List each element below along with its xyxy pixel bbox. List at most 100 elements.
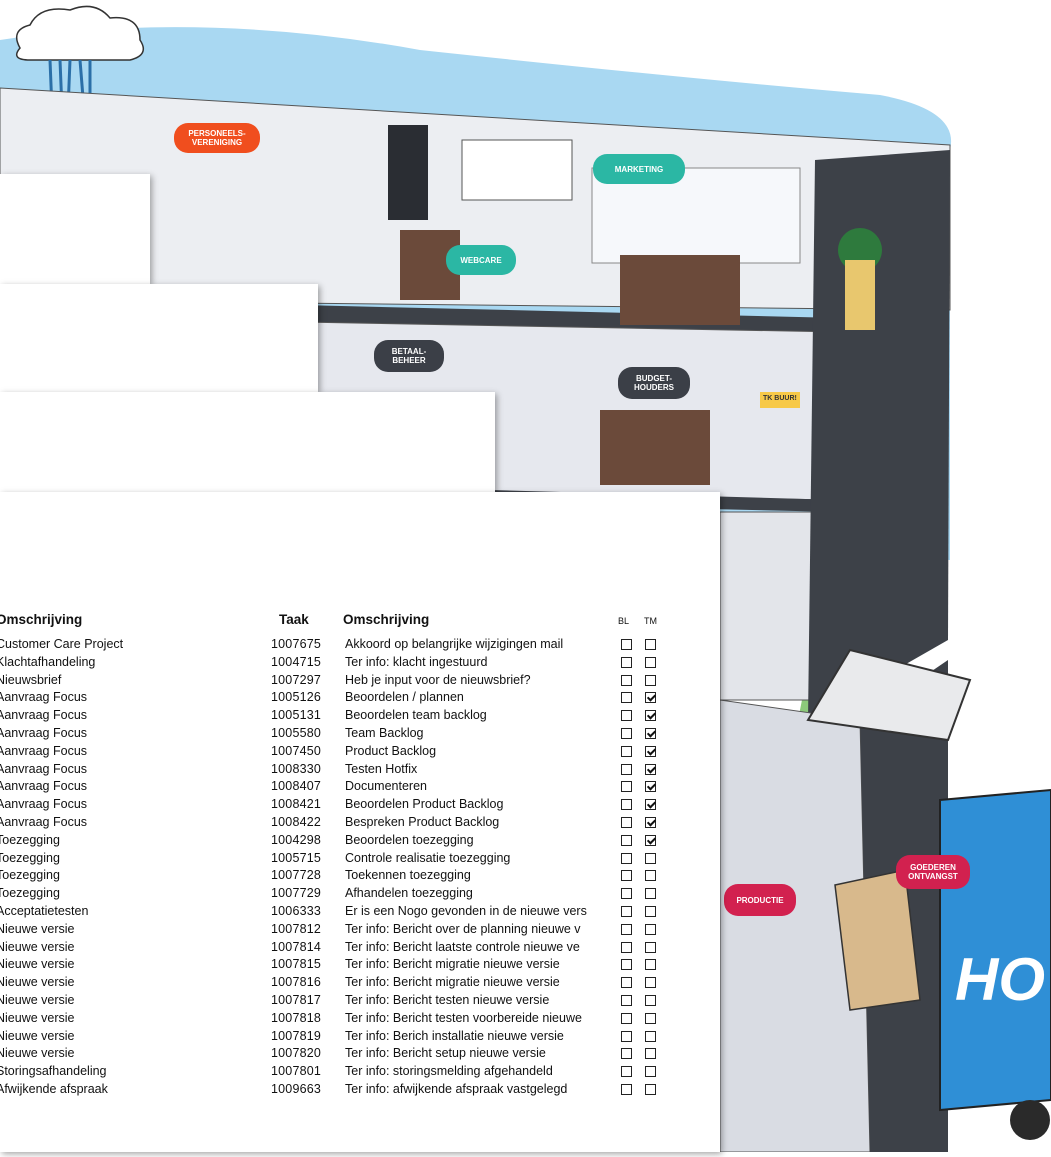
checkbox-tm[interactable] — [645, 852, 656, 864]
cell-taak: 1007729 — [271, 886, 322, 901]
checkbox-tm[interactable] — [645, 923, 656, 935]
checkbox-bl[interactable] — [621, 781, 632, 793]
label-betaalbeheer: BETAAL- BEHEER — [374, 340, 444, 372]
plant-pot — [845, 260, 875, 330]
checkbox-tm[interactable] — [645, 692, 656, 704]
checkbox-bl[interactable] — [621, 639, 632, 650]
checkbox-bl[interactable] — [621, 906, 632, 917]
checkbox-bl[interactable] — [621, 656, 632, 668]
checkbox-bl[interactable] — [621, 674, 632, 686]
checkbox-tm[interactable] — [645, 906, 656, 917]
checkbox-bl[interactable] — [621, 870, 632, 882]
cell-taak: 1007801 — [271, 1064, 322, 1079]
checkbox-tm[interactable] — [645, 1030, 656, 1042]
checkbox-tm[interactable] — [645, 781, 656, 793]
checkbox-tm[interactable] — [645, 656, 656, 668]
cell-description: Ter info: Berich installatie nieuwe vers… — [345, 1028, 564, 1043]
checkbox-tm[interactable] — [645, 728, 656, 739]
checkbox-tm[interactable] — [645, 834, 656, 846]
cell-description: Beoordelen / plannen — [345, 690, 464, 705]
checkbox-tm[interactable] — [645, 817, 656, 828]
checkbox-tm[interactable] — [645, 870, 656, 882]
cell-description: Beoordelen team backlog — [345, 708, 487, 723]
table-row: Nieuwe versie 1007816 Ter info: Bericht mi… — [0, 975, 700, 993]
table-row: Afwijkende afspraak 1009663 Ter info: afwi… — [0, 1082, 700, 1100]
checkbox-bl[interactable] — [621, 834, 632, 846]
cell-omschrijving: Nieuwe versie — [0, 1046, 75, 1061]
checkbox-tm[interactable] — [645, 977, 656, 989]
table-row: Aanvraag Focus 1008422 Bespreken Product B… — [0, 815, 700, 833]
checkbox-bl[interactable] — [621, 852, 632, 864]
checkbox-tm[interactable] — [645, 763, 656, 775]
checkbox-bl[interactable] — [621, 959, 632, 971]
cell-taak: 1008421 — [271, 797, 322, 812]
checkbox-bl[interactable] — [621, 817, 632, 828]
checkbox-bl[interactable] — [621, 745, 632, 757]
header-omschrijving-right: Omschrijving — [343, 612, 430, 627]
label-personeelsvereniging: PERSONEELS- VERENIGING — [174, 123, 260, 153]
table-row: Nieuwe versie 1007818 Ter info: Bericht te… — [0, 1011, 700, 1029]
checkbox-tm[interactable] — [645, 799, 656, 811]
label-productie: PRODUCTIE — [724, 884, 796, 916]
checkbox-tm[interactable] — [645, 959, 656, 971]
checkbox-tm[interactable] — [645, 1048, 656, 1060]
header-bl: BL — [618, 616, 630, 626]
cell-description: Ter info: Bericht setup nieuwe versie — [345, 1046, 546, 1061]
table-row: Toezegging 1007728 Toekennen toezegging — [0, 868, 700, 886]
checkbox-tm[interactable] — [645, 1066, 656, 1078]
checkbox-bl[interactable] — [621, 763, 632, 775]
checkbox-bl[interactable] — [621, 1084, 632, 1095]
checkbox-tm[interactable] — [645, 1012, 656, 1024]
cell-taak: 1005715 — [271, 850, 322, 865]
cell-taak: 1007816 — [271, 975, 322, 990]
cell-description: Er is een Nogo gevonden in de nieuwe ver… — [345, 904, 587, 918]
checkbox-tm[interactable] — [645, 888, 656, 900]
checkbox-bl[interactable] — [621, 728, 632, 739]
cell-description: Akkoord op belangrijke wijzigingen mail — [345, 637, 564, 651]
cell-omschrijving: Storingsafhandeling — [0, 1064, 107, 1079]
checkbox-bl[interactable] — [621, 1012, 632, 1024]
task-list-sheet: Omschrijving Taak Omschrijving BL TM Cus… — [0, 492, 720, 1152]
checkbox-tm[interactable] — [645, 1084, 656, 1095]
cell-omschrijving: Aanvraag Focus — [0, 743, 88, 758]
checkbox-bl[interactable] — [621, 799, 632, 811]
cell-description: Ter info: Bericht migratie nieuwe versie — [345, 957, 560, 972]
cell-taak: 1008422 — [271, 815, 322, 829]
checkbox-bl[interactable] — [621, 1066, 632, 1078]
cell-description: Ter info: afwijkende afspraak vastgelegd — [345, 1082, 568, 1096]
cell-omschrijving: Toezegging — [0, 868, 60, 883]
cell-taak: 1008330 — [271, 761, 322, 776]
checkbox-bl[interactable] — [621, 692, 632, 704]
table-row: Aanvraag Focus 1005131 Beoordelen team bac… — [0, 708, 700, 726]
cell-omschrijving: Nieuwe versie — [0, 939, 75, 954]
cell-taak: 1007815 — [271, 957, 322, 972]
cell-omschrijving: Aanvraag Focus — [0, 797, 88, 812]
checkbox-bl[interactable] — [621, 1030, 632, 1042]
checkbox-bl[interactable] — [621, 941, 632, 953]
checkbox-bl[interactable] — [621, 1048, 632, 1060]
checkbox-bl[interactable] — [621, 977, 632, 989]
label-goederenontvangst: GOEDEREN ONTVANGST — [896, 855, 970, 889]
checkbox-bl[interactable] — [621, 923, 632, 935]
cell-omschrijving: Afwijkende afspraak — [0, 1082, 108, 1096]
checkbox-tm[interactable] — [645, 710, 656, 722]
cell-omschrijving: Aanvraag Focus — [0, 690, 88, 705]
cell-description: Beoordelen toezegging — [345, 832, 474, 847]
cell-taak: 1005126 — [271, 690, 322, 705]
checkbox-tm[interactable] — [645, 674, 656, 686]
cell-description: Product Backlog — [345, 743, 437, 758]
checkbox-bl[interactable] — [621, 710, 632, 722]
cell-taak: 1008407 — [271, 779, 322, 794]
checkbox-bl[interactable] — [621, 995, 632, 1006]
cell-taak: 1007818 — [271, 1010, 322, 1025]
desk-marketing — [620, 255, 740, 325]
cell-taak: 1007819 — [271, 1028, 322, 1043]
header-omschrijving-left: Omschrijving — [0, 612, 83, 627]
checkbox-bl[interactable] — [621, 888, 632, 900]
cell-description: Team Backlog — [345, 726, 424, 740]
checkbox-tm[interactable] — [645, 995, 656, 1006]
checkbox-tm[interactable] — [645, 745, 656, 757]
checkbox-tm[interactable] — [645, 639, 656, 650]
table-row: Nieuwe versie 1007817 Ter info: Bericht te… — [0, 993, 700, 1011]
checkbox-tm[interactable] — [645, 941, 656, 953]
